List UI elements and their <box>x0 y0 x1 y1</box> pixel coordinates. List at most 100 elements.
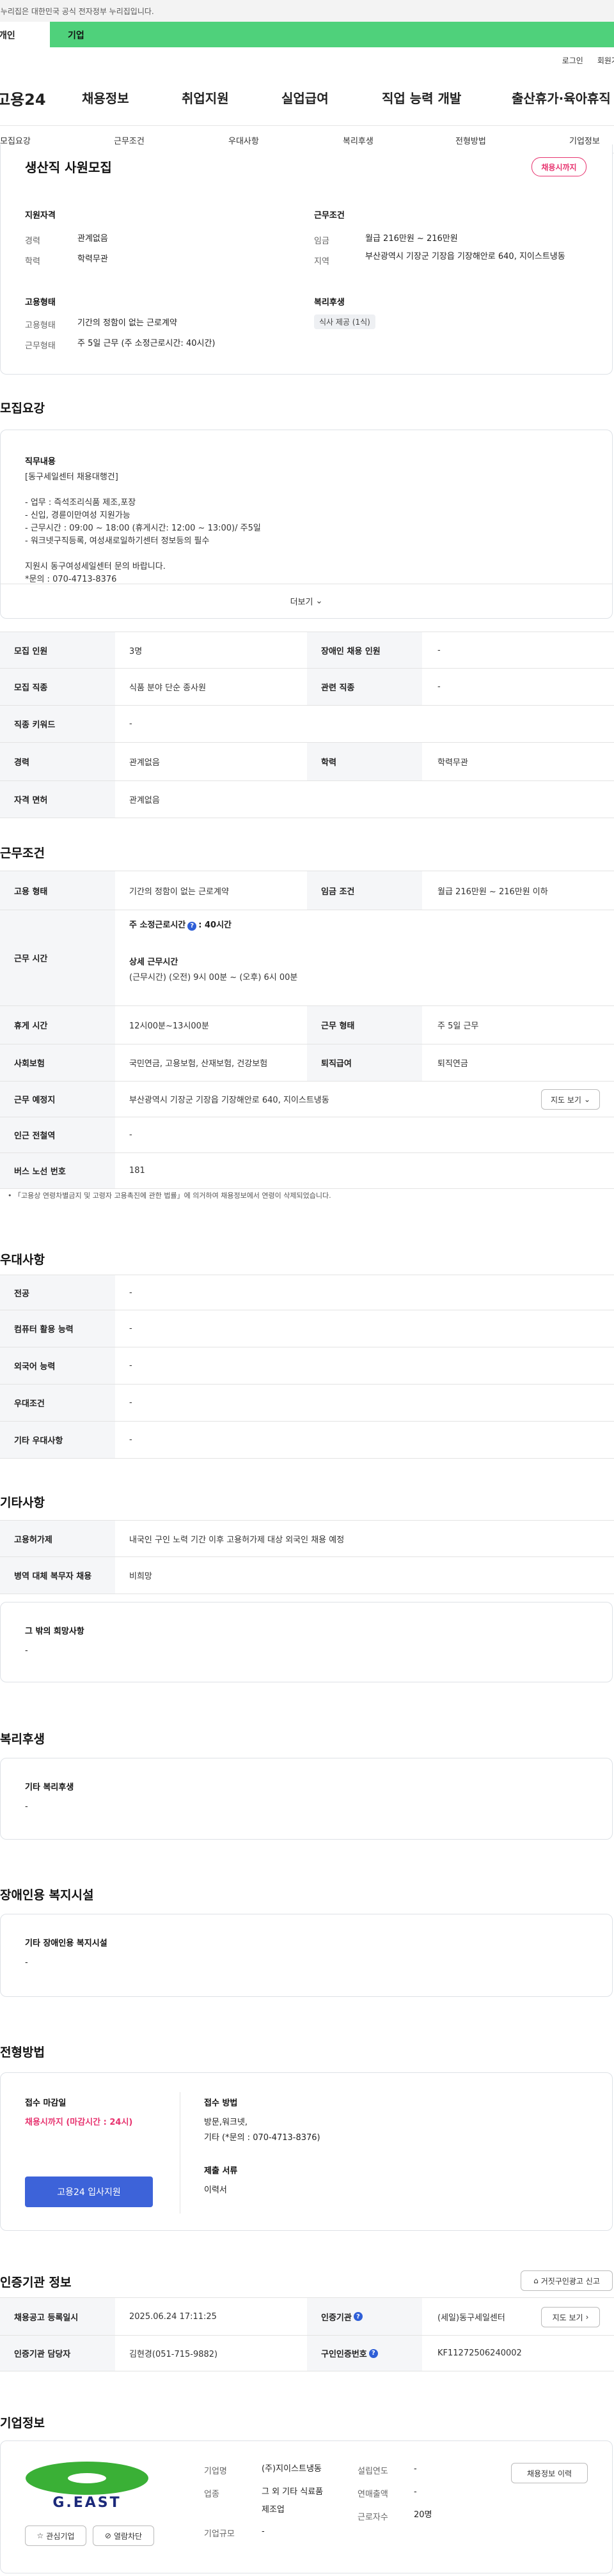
favorite-company-button[interactable]: ☆ 관심기업 <box>25 2526 86 2546</box>
row-header: 고용허가제 <box>0 1521 115 1556</box>
nav-unemployment-benefit[interactable]: 실업급여 <box>281 88 329 107</box>
row-value: 퇴직연금 <box>437 1059 468 1069</box>
block-icon: ⊘ <box>104 2531 111 2540</box>
job-title: 생산직 사원모집 <box>25 160 112 175</box>
work-label: 근무형태 <box>25 341 56 351</box>
row-value: - <box>129 1130 132 1140</box>
company-name-label: 기업명 <box>204 2467 227 2476</box>
row-value: - <box>129 719 132 729</box>
disabled-card: 기타 장애인용 복지시설 - <box>0 1914 613 1997</box>
table-row: 사회보험 국민연금, 고용보험, 산재보험, 건강보험 퇴직급여 퇴직연금 <box>0 1044 614 1082</box>
signup-link[interactable]: 회원가입 <box>597 55 614 66</box>
emp-title: 고용형태 <box>25 298 56 307</box>
company-logo: G.EAST <box>20 2459 154 2513</box>
duty-line: [동구세일센터 채용대행건] <box>25 472 118 482</box>
map-button-label: 지도 보기 <box>550 1095 581 1105</box>
table-row: 버스 노선 번호 181 <box>0 1153 614 1189</box>
table-row: 자격 면허 관계없음 <box>0 781 614 818</box>
welfare-card-title: 기타 복리후생 <box>25 1783 74 1792</box>
nav-vocational-training[interactable]: 직업 능력 개발 <box>382 88 461 107</box>
year-value: - <box>414 2464 417 2474</box>
table-row: 채용공고 등록일시 2025.06.24 17:11:25 인증기관? (세일)… <box>0 2297 614 2336</box>
table-row: 고용 형태 기간의 정함이 없는 근로계약 임금 조건 월급 216만원 ~ 2… <box>0 871 614 910</box>
tab-company[interactable]: 기업 <box>50 22 614 47</box>
duty-line: 지원시 동구여성세일센터 문의 바랍니다. <box>25 562 166 571</box>
row-header: 직종 키워드 <box>0 706 115 742</box>
row-value: - <box>437 645 441 655</box>
nav-maternity-leave[interactable]: 출산휴가·육아휴직 <box>512 88 611 107</box>
row-header: 장애인 채용 인원 <box>307 632 422 668</box>
etc-card-value: - <box>25 1646 28 1656</box>
help-icon[interactable]: ? <box>368 2348 378 2358</box>
hours-detail: (근무시간) (오전) 9시 00분 ~ (오후) 6시 00분 <box>129 973 298 982</box>
industry-value-2: 제조업 <box>262 2505 285 2515</box>
apply-button-label: 고용24 입사지원 <box>57 2187 121 2198</box>
industry-label: 업종 <box>204 2490 219 2499</box>
block-view-button[interactable]: ⊘ 열람차단 <box>93 2526 154 2546</box>
career-value: 관계없음 <box>77 234 108 244</box>
emp-label: 고용형태 <box>25 321 56 330</box>
industry-value-1: 그 외 기타 식료품 <box>262 2487 324 2497</box>
favorite-company-label: 관심기업 <box>46 2531 75 2541</box>
chevron-down-icon: ⌄ <box>315 596 323 606</box>
map-button[interactable]: 지도 보기 ⌄ <box>541 1089 600 1110</box>
company-name-value: (주)지이스트냉동 <box>262 2464 322 2474</box>
table-row: 외국어 능력 - <box>0 1347 614 1385</box>
row-header: 근무 시간 <box>0 910 115 1005</box>
age-note-text: 「고용상 연령차별금지 및 고령자 고용촉진에 관한 법률」에 의거하여 채용정… <box>14 1191 331 1200</box>
docs-value: 이력서 <box>204 2185 227 2195</box>
company-logo-text: G.EAST <box>52 2495 122 2511</box>
duty-line <box>25 548 588 561</box>
row-value: 기간의 정함이 없는 근로계약 <box>129 887 229 897</box>
cert-map-button[interactable]: 지도 보기 › <box>541 2307 600 2327</box>
disabled-card-value: - <box>25 1958 28 1967</box>
row-header: 경력 <box>0 743 115 780</box>
user-type-tabs: 개인 기업 <box>0 22 614 47</box>
employees-label: 근로자수 <box>358 2513 388 2522</box>
site-logo[interactable]: 고용24 <box>0 87 46 109</box>
conditions-heading: 근무조건 <box>0 846 45 860</box>
row-header: 인증기관 담당자 <box>0 2336 115 2371</box>
year-label: 설립연도 <box>358 2467 388 2476</box>
help-icon[interactable]: ? <box>353 2312 363 2321</box>
edu-label: 학력 <box>25 257 40 267</box>
table-row: 고용허가제 내국인 구인 노력 기간 이후 고용허가제 대상 외국인 채용 예정 <box>0 1520 614 1557</box>
welfare-title: 복리후생 <box>314 298 345 307</box>
history-button-label: 채용정보 이력 <box>526 2469 572 2478</box>
employees-value: 20명 <box>414 2510 432 2520</box>
nav-job-info[interactable]: 채용정보 <box>82 88 129 107</box>
help-icon[interactable]: ? <box>187 921 197 931</box>
size-label: 기업규모 <box>204 2529 235 2539</box>
emp-value: 기간의 정함이 없는 근로계약 <box>77 318 177 328</box>
more-button[interactable]: 더보기 ⌄ <box>1 584 612 618</box>
disabled-card-title: 기타 장애인용 복지시설 <box>25 1939 107 1948</box>
row-value: 국민연금, 고용보험, 산재보험, 건강보험 <box>129 1059 268 1069</box>
util-links: 로그인 회원가입 <box>562 55 614 66</box>
company-card: G.EAST ☆ 관심기업 ⊘ 열람차단 기업명 (주)지이스트냉동 업종 그 외 … <box>0 2440 613 2573</box>
history-button[interactable]: 채용정보 이력 <box>511 2463 588 2483</box>
block-view-label: 열람차단 <box>113 2531 143 2541</box>
row-value: 내국인 구인 노력 기간 이후 고용허가제 대상 외국인 채용 예정 <box>129 1535 345 1545</box>
row-header: 인증기관? <box>307 2298 422 2335</box>
row-header: 자격 면허 <box>0 781 115 818</box>
row-header: 학력 <box>307 743 422 780</box>
tab-personal[interactable]: 개인 <box>0 22 50 47</box>
deadline-value: 채용시까지 (마감시간 : 24시) <box>25 2118 133 2127</box>
row-value: - <box>129 1361 132 1370</box>
apply-button[interactable]: 고용24 입사지원 <box>25 2176 153 2207</box>
report-button[interactable]: ⌂ 거짓구인광고 신고 <box>521 2270 613 2291</box>
row-value: - <box>129 1398 132 1408</box>
login-link[interactable]: 로그인 <box>562 55 583 66</box>
row-header: 사회보험 <box>0 1044 115 1081</box>
row-header: 구인인증번호? <box>307 2336 422 2371</box>
cert-heading: 인증기관 정보 <box>0 2276 72 2290</box>
tab-personal-label: 개인 <box>0 31 15 41</box>
table-row: 컴퓨터 활용 능력 - <box>0 1310 614 1347</box>
hours-weekly: 주 소정근로시간?: 40시간 <box>129 918 232 931</box>
table-row: 전공 - <box>0 1275 614 1310</box>
star-icon: ☆ <box>36 2531 44 2540</box>
nav-employment-support[interactable]: 취업지원 <box>182 88 229 107</box>
row-header: 근무 예정지 <box>0 1082 115 1117</box>
gov-notice-text: 이 누리집은 대한민국 공식 전자정부 누리집입니다. <box>0 7 154 16</box>
row-value: 학력무관 <box>437 758 468 768</box>
